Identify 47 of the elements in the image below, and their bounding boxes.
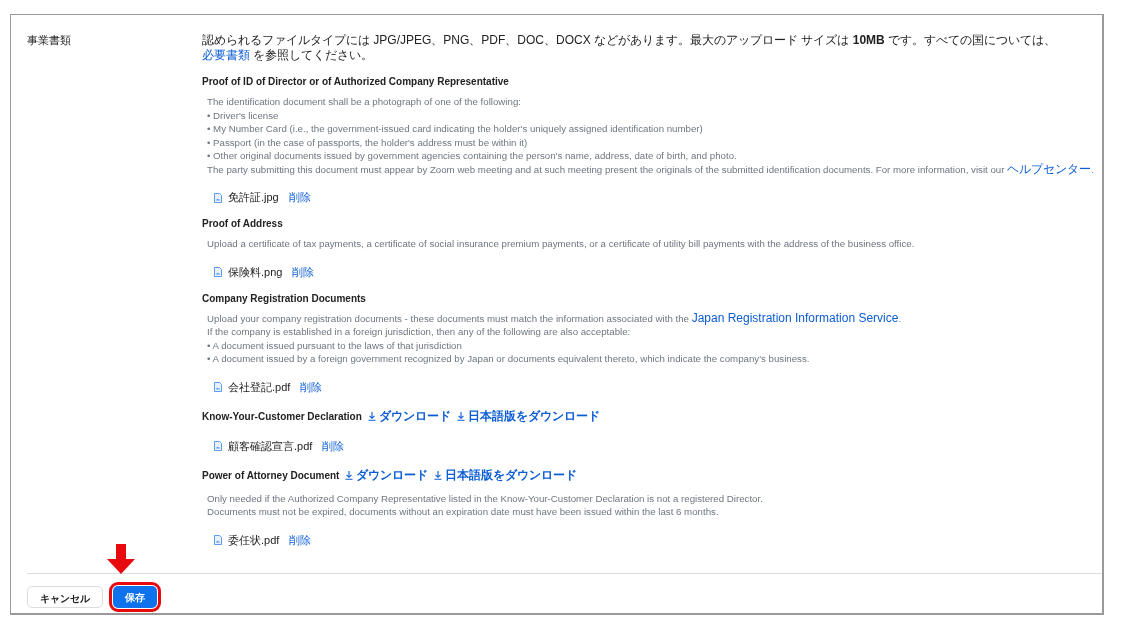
download-link[interactable]: ダウンロード (345, 466, 429, 484)
download-link[interactable]: 日本語版をダウンロード (434, 466, 578, 484)
image-file-icon (214, 535, 222, 545)
section-title: Proof of ID of Director or of Authorized Company Representative (202, 76, 509, 87)
image-file-icon (214, 267, 222, 277)
delete-link[interactable]: 削除 (300, 379, 323, 395)
section-title: Power of Attorney Document (202, 469, 340, 481)
description-text: Documents must not be expired, documents without an expiration date must have been issued within the last 6 months. (207, 505, 720, 519)
image-file-icon (214, 441, 222, 451)
file-name: 会社登記.pdf (228, 379, 291, 395)
description-text: • Driver's license (207, 108, 280, 122)
file-name: 委任状.pdf (228, 532, 280, 548)
cancel-button[interactable]: キャンセル (27, 586, 103, 608)
download-link[interactable]: ダウンロード (367, 407, 451, 425)
section-title: Proof of Address (202, 218, 283, 229)
delete-link[interactable]: 削除 (292, 264, 315, 280)
delete-link[interactable]: 削除 (288, 190, 311, 205)
description-text: • A document issued pursuant to the laws of that jurisdiction (207, 338, 463, 352)
description-text: The identification document shall be a photograph of one of the following: (207, 95, 522, 109)
delete-link[interactable]: 削除 (322, 438, 345, 454)
download-icon (345, 470, 354, 480)
delete-link[interactable]: 削除 (289, 532, 312, 548)
description-text: Only needed if the Authorized Company Representative listed in the Know-Your-Customer Declaration is not a registered Director. (207, 491, 764, 505)
download-link[interactable]: 日本語版をダウンロード (456, 407, 600, 425)
description-text: • My Number Card (i.e., the government-issued card indicating the holder's uniquely assigned identification number) (207, 122, 704, 136)
image-file-icon (214, 382, 222, 392)
link[interactable]: ヘルプセンター (1007, 161, 1092, 176)
description-text: • Passport (in the case of passports, the holder's address must be within it) (207, 135, 529, 149)
field-label: 事業書類 (27, 34, 71, 46)
file-name: 保険料.png (228, 264, 283, 280)
description-text: If the company is established in a foreign jurisdiction, then any of the following are also acceptable: (207, 325, 632, 339)
section-title: Company Registration Documents (202, 292, 366, 304)
download-icon (367, 411, 376, 421)
description-text: 認められるファイルタイプには JPG/JPEG、PNG、PDF、DOC、DOCX などがあります。最大のアップロード サイズは 10MB です。すべての国については、 必要書類 を参照してください。 (202, 33, 1058, 63)
download-icon (456, 411, 465, 421)
section-title: Know-Your-Customer Declaration (202, 410, 362, 422)
arrow-icon (107, 544, 135, 574)
file-name: 免許証.jpg (228, 190, 279, 205)
description-text: Upload your company registration documents - these documents must match the information associated with the Japan Registration Information Service. (207, 311, 903, 325)
description-text: • A document issued by a foreign government recognized by Japan or documents equivalent thereto, which indicate the company's business. (207, 352, 811, 366)
description-text: The party submitting this document must appear by Zoom web meeting and at such meeting present the originals of the submitted identification documents. For more information, visit our ヘルプセンター. (207, 162, 1095, 176)
file-name: 顧客確認宣言.pdf (228, 438, 313, 454)
download-icon (434, 470, 443, 480)
description-text: • Other original documents issued by government agencies containing the person's name, address, date of birth, and photo. (207, 149, 738, 163)
description-text: Upload a certificate of tax payments, a certificate of social insurance premium payments, or a certificate of utility bill payments with the address of the business office. (207, 237, 916, 251)
image-file-icon (214, 192, 222, 203)
link[interactable]: 必要書類 (202, 48, 250, 62)
